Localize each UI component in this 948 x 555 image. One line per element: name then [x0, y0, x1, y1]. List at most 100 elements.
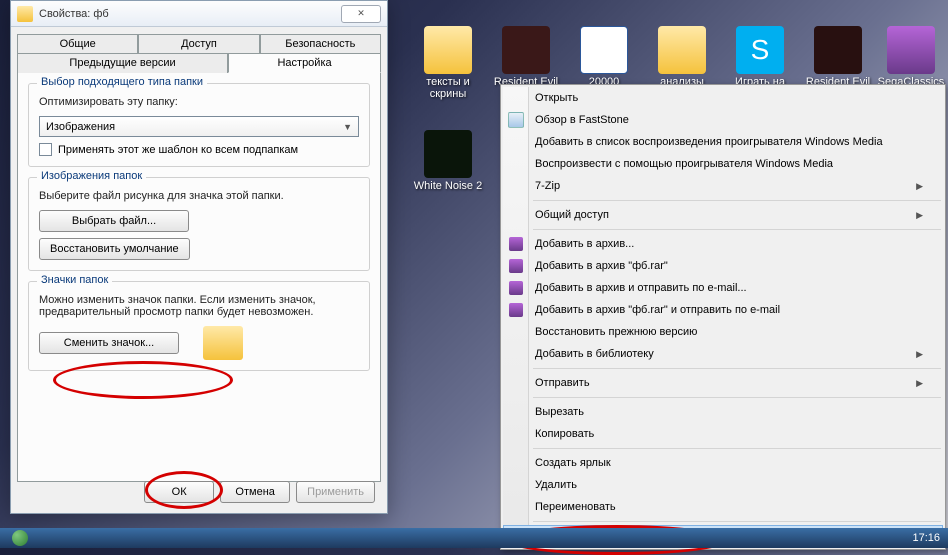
- app-icon: [424, 26, 472, 74]
- menu-item[interactable]: Добавить в архив "фб.rar" и отправить по…: [503, 299, 943, 321]
- menu-item[interactable]: Копировать: [503, 423, 943, 445]
- menu-item-label: Добавить в список воспроизведения проигр…: [535, 136, 883, 148]
- properties-dialog: Свойства: фб ✕ Общие Доступ Безопасность…: [10, 0, 388, 514]
- menu-item[interactable]: Обзор в FastStone: [503, 109, 943, 131]
- menu-item[interactable]: Переименовать: [503, 496, 943, 518]
- menu-item[interactable]: Добавить в архив "фб.rar": [503, 255, 943, 277]
- dialog-title: Свойства: фб: [39, 8, 341, 20]
- tab-customize[interactable]: Настройка: [228, 53, 381, 73]
- close-button[interactable]: ✕: [341, 5, 381, 23]
- folder-icons-desc: Можно изменить значок папки. Если измени…: [39, 294, 359, 318]
- menu-separator: [533, 397, 941, 398]
- tab-strip: Общие Доступ Безопасность Предыдущие вер…: [11, 27, 387, 72]
- menu-item[interactable]: Вырезать: [503, 401, 943, 423]
- optimize-label: Оптимизировать эту папку:: [39, 96, 359, 108]
- desktop-icon[interactable]: White Noise 2: [412, 130, 484, 192]
- desktop-icon[interactable]: SegaClassics: [875, 26, 947, 88]
- checkbox-icon: [39, 143, 52, 156]
- app-icon: S: [736, 26, 784, 74]
- dialog-button-row: ОК Отмена Применить: [144, 481, 375, 503]
- menu-item-label: Копировать: [535, 428, 594, 440]
- menu-item[interactable]: Добавить в архив...: [503, 233, 943, 255]
- menu-item-label: Создать ярлык: [535, 457, 611, 469]
- desktop-icon[interactable]: Resident Evil: [802, 26, 874, 88]
- menu-item-label: Добавить в архив и отправить по e-mail..…: [535, 282, 747, 294]
- group-title-folder-type: Выбор подходящего типа папки: [37, 76, 207, 88]
- optimize-combo[interactable]: Изображения ▼: [39, 116, 359, 137]
- tab-content: Выбор подходящего типа папки Оптимизиров…: [17, 72, 381, 482]
- menu-item[interactable]: Воспроизвести с помощью проигрывателя Wi…: [503, 153, 943, 175]
- tab-security[interactable]: Безопасность: [260, 34, 381, 53]
- menu-item[interactable]: Общий доступ▶: [503, 204, 943, 226]
- menu-item-label: Добавить в архив...: [535, 238, 634, 250]
- app-icon: [814, 26, 862, 74]
- start-orb-icon: [12, 530, 28, 546]
- system-tray-clock[interactable]: 17:16: [904, 532, 948, 544]
- apply-button[interactable]: Применить: [296, 481, 375, 503]
- group-folder-type: Выбор подходящего типа папки Оптимизиров…: [28, 83, 370, 167]
- menu-item[interactable]: Удалить: [503, 474, 943, 496]
- menu-item-label: Открыть: [535, 92, 578, 104]
- group-folder-pictures: Изображения папок Выберите файл рисунка …: [28, 177, 370, 271]
- tab-sharing[interactable]: Доступ: [138, 34, 259, 53]
- menu-item[interactable]: Добавить в архив и отправить по e-mail..…: [503, 277, 943, 299]
- menu-separator: [533, 448, 941, 449]
- app-icon: [887, 26, 935, 74]
- chevron-right-icon: ▶: [916, 181, 923, 192]
- menu-item-label: Удалить: [535, 479, 577, 491]
- cancel-button[interactable]: Отмена: [220, 481, 290, 503]
- dialog-titlebar[interactable]: Свойства: фб ✕: [11, 1, 387, 27]
- chevron-right-icon: ▶: [916, 210, 923, 221]
- folder-icon: [17, 6, 33, 22]
- menu-item-label: Переименовать: [535, 501, 616, 513]
- chevron-right-icon: ▶: [916, 378, 923, 389]
- start-button[interactable]: [0, 528, 40, 548]
- choose-file-button[interactable]: Выбрать файл...: [39, 210, 189, 232]
- menu-item-label: Добавить в библиотеку: [535, 348, 654, 360]
- checkbox-label: Применять этот же шаблон ко всем подпапк…: [58, 144, 298, 156]
- menu-item-label: Добавить в архив "фб.rar": [535, 260, 668, 272]
- menu-item[interactable]: Отправить▶: [503, 372, 943, 394]
- desktop-icon[interactable]: анализы: [646, 26, 718, 88]
- group-folder-icons: Значки папок Можно изменить значок папки…: [28, 281, 370, 371]
- restore-default-button[interactable]: Восстановить умолчание: [39, 238, 190, 260]
- desktop-icon-label: тексты и скрины: [412, 76, 484, 100]
- menu-separator: [533, 200, 941, 201]
- chevron-down-icon: ▼: [343, 122, 352, 132]
- app-icon: [424, 130, 472, 178]
- tab-previous-versions[interactable]: Предыдущие версии: [17, 53, 228, 73]
- chevron-right-icon: ▶: [916, 349, 923, 360]
- tab-general[interactable]: Общие: [17, 34, 138, 53]
- desktop-icon[interactable]: тексты и скрины: [412, 26, 484, 100]
- app-icon: [658, 26, 706, 74]
- menu-item-label: Восстановить прежнюю версию: [535, 326, 697, 338]
- menu-item[interactable]: Открыть: [503, 87, 943, 109]
- taskbar[interactable]: 17:16: [0, 528, 948, 548]
- menu-separator: [533, 368, 941, 369]
- menu-item-label: Добавить в архив "фб.rar" и отправить по…: [535, 304, 780, 316]
- menu-separator: [533, 521, 941, 522]
- winrar-icon: [508, 236, 524, 252]
- menu-item-label: Воспроизвести с помощью проигрывателя Wi…: [535, 158, 833, 170]
- app-icon: W: [580, 26, 628, 74]
- menu-item[interactable]: Создать ярлык: [503, 452, 943, 474]
- change-icon-button[interactable]: Сменить значок...: [39, 332, 179, 354]
- combo-value: Изображения: [46, 121, 115, 133]
- winrar-icon: [508, 280, 524, 296]
- desktop-icon[interactable]: Resident Evil: [490, 26, 562, 88]
- menu-item-label: Вырезать: [535, 406, 584, 418]
- menu-separator: [533, 229, 941, 230]
- desktop: тексты и скриныResident EvilW20000анализ…: [0, 0, 948, 528]
- desktop-icon[interactable]: W20000: [568, 26, 640, 88]
- context-menu: Открыть Обзор в FastStone Добавить в списо…: [500, 84, 946, 550]
- apply-subfolders-checkbox[interactable]: Применять этот же шаблон ко всем подпапк…: [39, 143, 359, 156]
- ok-button[interactable]: ОК: [144, 481, 214, 503]
- winrar-icon: [508, 302, 524, 318]
- folder-pictures-desc: Выберите файл рисунка для значка этой па…: [39, 190, 359, 202]
- menu-item[interactable]: 7-Zip▶: [503, 175, 943, 197]
- menu-item[interactable]: Добавить в библиотеку ▶: [503, 343, 943, 365]
- desktop-icon[interactable]: SИграть на: [724, 26, 796, 88]
- desktop-icon-label: White Noise 2: [412, 180, 484, 192]
- menu-item[interactable]: Добавить в список воспроизведения проигр…: [503, 131, 943, 153]
- menu-item[interactable]: Восстановить прежнюю версию: [503, 321, 943, 343]
